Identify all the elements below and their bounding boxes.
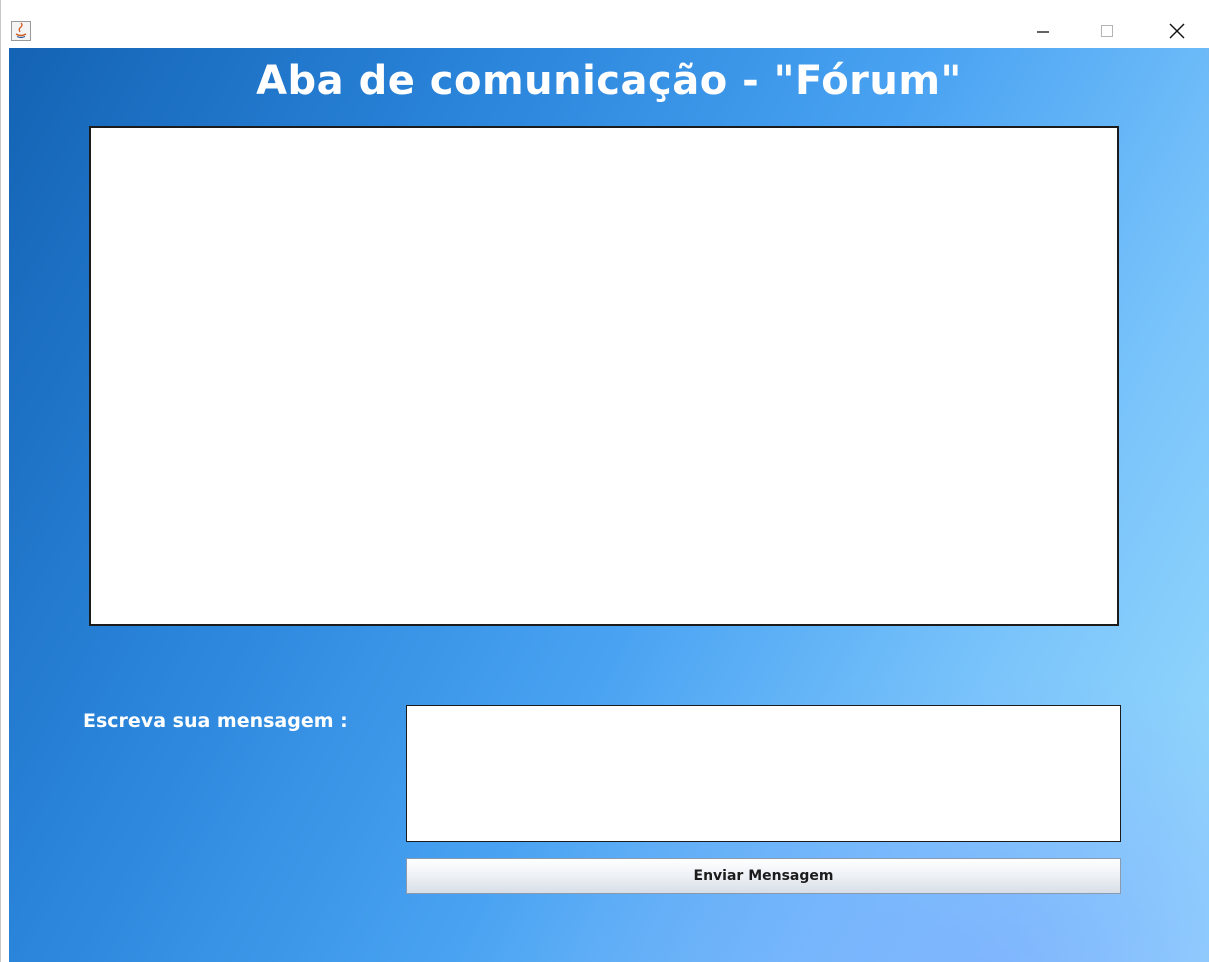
app-window: Aba de comunicação - "Fórum" Escreva sua… (0, 0, 1210, 962)
forum-panel: Aba de comunicação - "Fórum" Escreva sua… (9, 48, 1209, 962)
maximize-icon (1101, 25, 1113, 37)
forum-messages-area[interactable] (89, 126, 1119, 626)
java-coffee-icon[interactable] (11, 21, 31, 41)
close-button[interactable] (1149, 14, 1205, 48)
message-label: Escreva sua mensagem : (83, 710, 348, 732)
maximize-button[interactable] (1079, 14, 1135, 48)
minimize-button[interactable] (1015, 14, 1071, 48)
title-bar[interactable] (1, 0, 1210, 48)
send-message-button[interactable]: Enviar Mensagem (406, 858, 1121, 894)
page-title: Aba de comunicação - "Fórum" (256, 58, 962, 104)
message-input[interactable] (406, 705, 1121, 842)
close-icon (1169, 23, 1185, 39)
minimize-icon (1037, 31, 1049, 33)
